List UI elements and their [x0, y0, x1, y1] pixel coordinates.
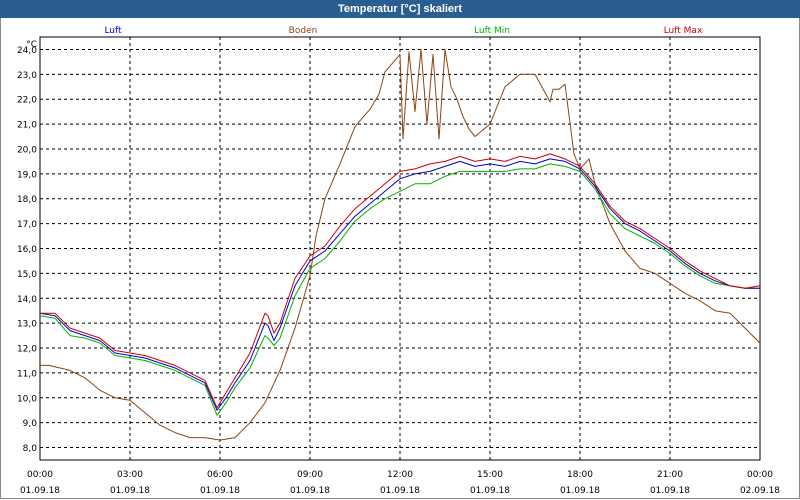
legend-entry: Boden	[289, 26, 318, 36]
x-tick-date: 01.09.18	[200, 486, 240, 496]
y-tick-label: 19,0	[17, 170, 37, 180]
x-tick-date: 01.09.18	[20, 486, 60, 496]
x-tick-time: 06:00	[207, 470, 233, 480]
x-tick-date: 01.09.18	[650, 486, 690, 496]
y-axis-unit: °C	[26, 40, 37, 50]
x-tick-time: 00:00	[747, 470, 773, 480]
x-tick-date: 01.09.18	[560, 486, 600, 496]
legend-entry: Luft Min	[474, 26, 510, 36]
y-tick-label: 14,0	[17, 295, 37, 305]
x-tick-time: 03:00	[117, 470, 143, 480]
x-tick-time: 18:00	[567, 470, 593, 480]
x-tick-date: 02.09.18	[740, 486, 780, 496]
legend-entry: Luft Max	[664, 26, 703, 36]
y-tick-label: 20,0	[17, 145, 37, 155]
y-tick-label: 21,0	[17, 121, 37, 131]
y-tick-label: 13,0	[17, 320, 37, 330]
y-tick-label: 16,0	[17, 245, 37, 255]
temperature-chart: 8,0 9,0 10,0 11,0 12,0 13,0 14,0 15,0 16,0 17,0 18…	[17, 26, 780, 496]
y-tick-label: 23,0	[17, 71, 37, 81]
x-tick-date: 01.09.18	[380, 486, 420, 496]
x-tick-time: 09:00	[297, 470, 323, 480]
y-tick-label: 10,0	[17, 394, 37, 404]
y-tick-label: 12,0	[17, 345, 37, 355]
x-tick-date: 01.09.18	[110, 486, 150, 496]
x-tick-time: 00:00	[27, 470, 53, 480]
x-tick-time: 12:00	[387, 470, 413, 480]
y-tick-label: 9,0	[23, 419, 38, 429]
y-tick-label: 11,0	[17, 369, 37, 379]
x-tick-time: 21:00	[657, 470, 683, 480]
y-tick-label: 15,0	[17, 270, 37, 280]
y-tick-label: 22,0	[17, 96, 37, 106]
y-tick-label: 17,0	[17, 220, 37, 230]
y-tick-label: 18,0	[17, 195, 37, 205]
x-tick-date: 01.09.18	[290, 486, 330, 496]
y-tick-label: 8,0	[23, 444, 38, 454]
legend-entry: Luft	[104, 26, 122, 36]
x-tick-date: 01.09.18	[470, 486, 510, 496]
x-tick-time: 15:00	[477, 470, 503, 480]
